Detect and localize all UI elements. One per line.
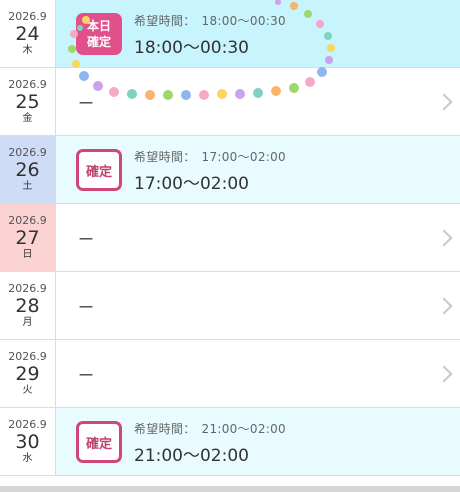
chevron-right-icon[interactable]: [435, 297, 453, 314]
date-cell: 2026.9 24 木: [0, 0, 56, 67]
shift-info: 希望時間： 18:00〜00:30 18:00〜00:30: [134, 12, 286, 58]
no-shift-placeholder: ー: [78, 93, 95, 113]
hope-time-label: 希望時間：: [134, 422, 196, 436]
year-month: 2026.9: [8, 349, 47, 363]
year-month: 2026.9: [8, 417, 47, 431]
chevron-right-icon[interactable]: [435, 229, 453, 246]
shift-info: 希望時間： 17:00〜02:00 17:00〜02:00: [134, 148, 286, 194]
day-number: 30: [15, 430, 40, 453]
hope-time-label: 希望時間：: [134, 150, 196, 164]
no-shift-placeholder: ー: [78, 297, 95, 317]
date-cell: 2026.9 30 水: [0, 408, 56, 475]
date-cell: 2026.9 26 土: [0, 136, 56, 203]
day-number: 26: [15, 158, 40, 181]
weekday: 月: [22, 317, 33, 329]
hope-time-line: 希望時間： 18:00〜00:30: [134, 12, 286, 29]
year-month: 2026.9: [8, 213, 47, 227]
weekday: 木: [22, 45, 33, 57]
shift-content[interactable]: 確定 希望時間： 21:00〜02:00 21:00〜02:00: [56, 408, 460, 475]
confirmed-label: 確定: [86, 35, 111, 49]
bottom-divider: [0, 486, 460, 492]
shift-time: 17:00〜02:00: [134, 174, 249, 194]
hope-time-label: 希望時間：: [134, 14, 196, 28]
day-number: 25: [15, 90, 40, 113]
year-month: 2026.9: [8, 77, 47, 91]
day-row[interactable]: 2026.9 24 木 本日 確定 希望時間： 18:00〜00:30 18:00…: [0, 0, 460, 68]
hope-time-line: 希望時間： 17:00〜02:00: [134, 148, 286, 165]
shift-content[interactable]: ー: [56, 340, 460, 407]
today-label: 本日: [86, 18, 111, 33]
day-number: 27: [15, 226, 40, 249]
year-month: 2026.9: [8, 281, 47, 295]
day-row[interactable]: 2026.9 29 火 ー: [0, 340, 460, 408]
shift-content[interactable]: 本日 確定 希望時間： 18:00〜00:30 18:00〜00:30: [56, 0, 460, 67]
shift-content[interactable]: ー: [56, 68, 460, 135]
shift-content[interactable]: ー: [56, 204, 460, 271]
shift-info: 希望時間： 21:00〜02:00 21:00〜02:00: [134, 420, 286, 466]
today-confirmed-badge: 本日 確定: [76, 13, 122, 55]
shift-list: 2026.9 24 木 本日 確定 希望時間： 18:00〜00:30 18:00…: [0, 0, 460, 476]
day-row[interactable]: 2026.9 28 月 ー: [0, 272, 460, 340]
hope-time-line: 希望時間： 21:00〜02:00: [134, 420, 286, 437]
chevron-right-icon[interactable]: [435, 93, 453, 110]
date-cell: 2026.9 28 月: [0, 272, 56, 339]
hope-time: 21:00〜02:00: [201, 422, 286, 436]
confirmed-badge: 確定: [76, 421, 122, 463]
day-row[interactable]: 2026.9 27 日 ー: [0, 204, 460, 272]
weekday: 日: [22, 249, 33, 261]
weekday: 水: [22, 453, 33, 465]
chevron-right-icon[interactable]: [435, 365, 453, 382]
shift-time: 21:00〜02:00: [134, 446, 249, 466]
day-number: 24: [15, 22, 40, 45]
hope-time: 17:00〜02:00: [201, 150, 286, 164]
shift-content[interactable]: ー: [56, 272, 460, 339]
day-row[interactable]: 2026.9 30 水 確定 希望時間： 21:00〜02:00 21:00〜02…: [0, 408, 460, 476]
date-cell: 2026.9 25 金: [0, 68, 56, 135]
day-number: 29: [15, 362, 40, 385]
confirmed-badge: 確定: [76, 149, 122, 191]
no-shift-placeholder: ー: [78, 229, 95, 249]
no-shift-placeholder: ー: [78, 365, 95, 385]
year-month: 2026.9: [8, 145, 47, 159]
shift-time: 18:00〜00:30: [134, 38, 249, 58]
day-number: 28: [15, 294, 40, 317]
shift-content[interactable]: 確定 希望時間： 17:00〜02:00 17:00〜02:00: [56, 136, 460, 203]
day-row[interactable]: 2026.9 26 土 確定 希望時間： 17:00〜02:00 17:00〜02…: [0, 136, 460, 204]
day-row[interactable]: 2026.9 25 金 ー: [0, 68, 460, 136]
weekday: 火: [22, 385, 33, 397]
hope-time: 18:00〜00:30: [201, 14, 286, 28]
year-month: 2026.9: [8, 9, 47, 23]
date-cell: 2026.9 27 日: [0, 204, 56, 271]
weekday: 金: [22, 113, 33, 125]
date-cell: 2026.9 29 火: [0, 340, 56, 407]
weekday: 土: [22, 181, 33, 193]
